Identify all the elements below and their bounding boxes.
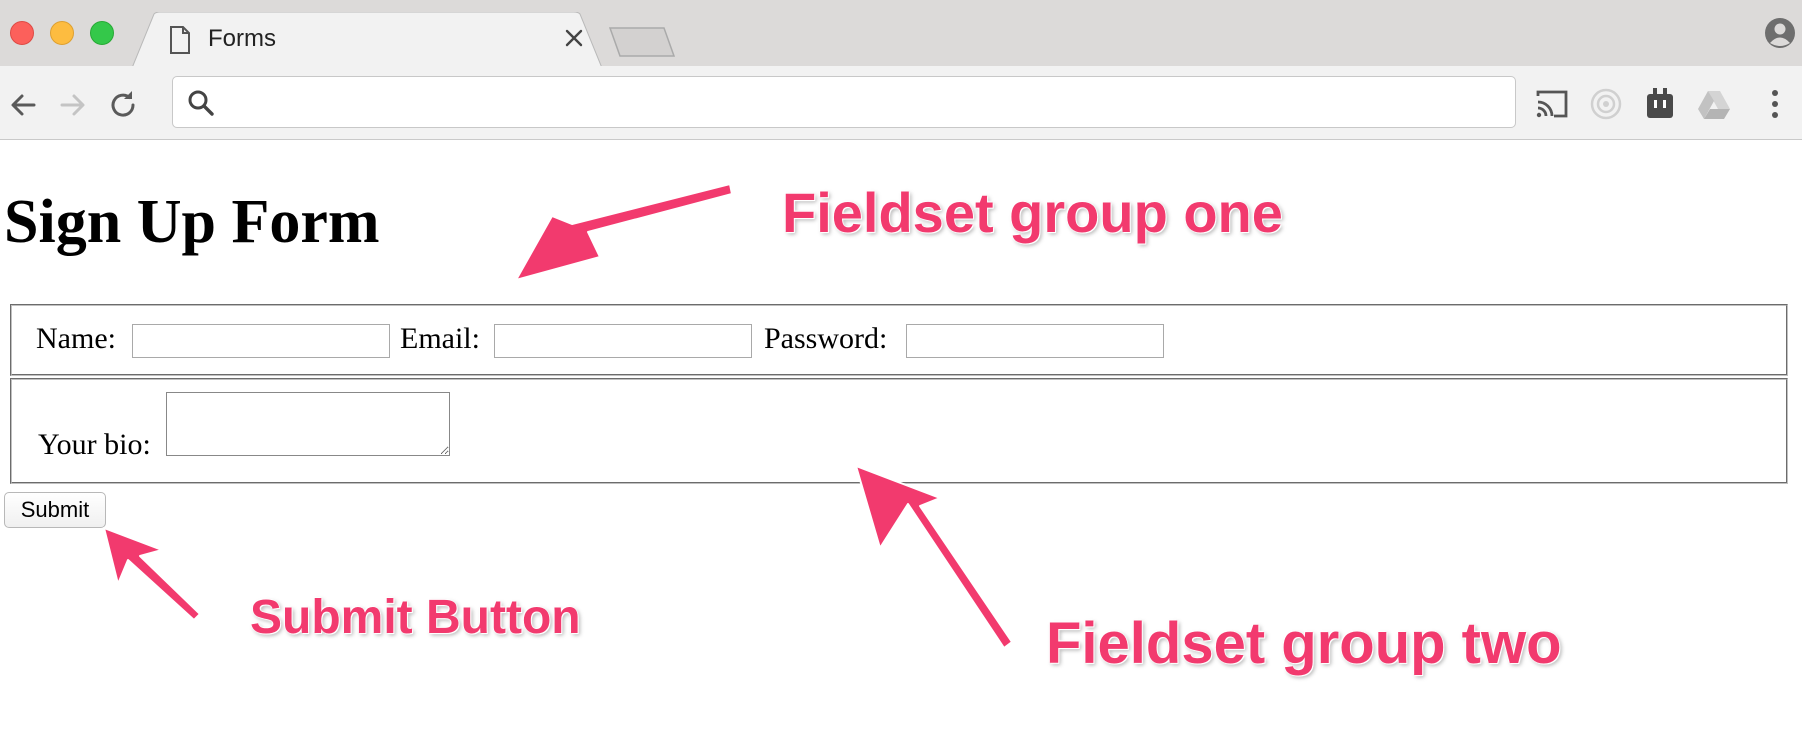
forward-icon[interactable] (56, 88, 90, 122)
cast-icon[interactable] (1534, 86, 1570, 122)
email-label: Email: (400, 322, 480, 355)
tab-title: Forms (208, 25, 276, 52)
submit-button[interactable]: Submit (4, 492, 106, 528)
doc-icon (170, 26, 190, 54)
name-field[interactable] (132, 324, 390, 358)
email-field[interactable] (494, 324, 752, 358)
password-label: Password: (764, 322, 888, 355)
arrow-fieldset-two (855, 465, 1013, 649)
name-label: Name: (36, 322, 116, 355)
window-maximize-button[interactable] (90, 21, 114, 45)
drive-icon[interactable] (1696, 86, 1732, 122)
annotation-submit-button: Submit Button (250, 591, 581, 644)
reload-icon[interactable] (106, 88, 140, 122)
arrow-submit (103, 527, 201, 621)
fieldset-group-two: Your bio: (10, 378, 1788, 484)
address-bar[interactable] (172, 76, 1516, 128)
annotation-fieldset-one: Fieldset group one (782, 181, 1283, 244)
page-content: Sign Up Form Name: Email: Password: Your… (0, 140, 1802, 730)
arrow-fieldset-one (515, 183, 733, 281)
password-field[interactable] (906, 324, 1164, 358)
window-minimize-button[interactable] (50, 21, 74, 45)
bio-textarea[interactable] (166, 392, 450, 456)
profile-icon[interactable] (1764, 17, 1796, 49)
new-tab-button[interactable] (608, 26, 676, 58)
search-icon (188, 90, 214, 116)
tab-background (132, 12, 602, 68)
browser-tab-forms[interactable]: Forms (132, 12, 602, 68)
page-title: Sign Up Form (4, 188, 380, 256)
back-icon[interactable] (6, 88, 40, 122)
target-extension-icon[interactable] (1588, 86, 1624, 122)
plug-extension-icon[interactable] (1642, 86, 1678, 122)
address-input[interactable] (223, 85, 1497, 121)
close-icon[interactable] (562, 26, 586, 50)
menu-icon[interactable] (1760, 86, 1790, 122)
fieldset-group-one: Name: Email: Password: (10, 304, 1788, 376)
browser-titlebar: Forms (0, 0, 1802, 68)
annotation-fieldset-two: Fieldset group two (1046, 611, 1562, 676)
window-close-button[interactable] (10, 21, 34, 45)
browser-toolbar (0, 66, 1802, 140)
bio-label: Your bio: (38, 428, 151, 461)
